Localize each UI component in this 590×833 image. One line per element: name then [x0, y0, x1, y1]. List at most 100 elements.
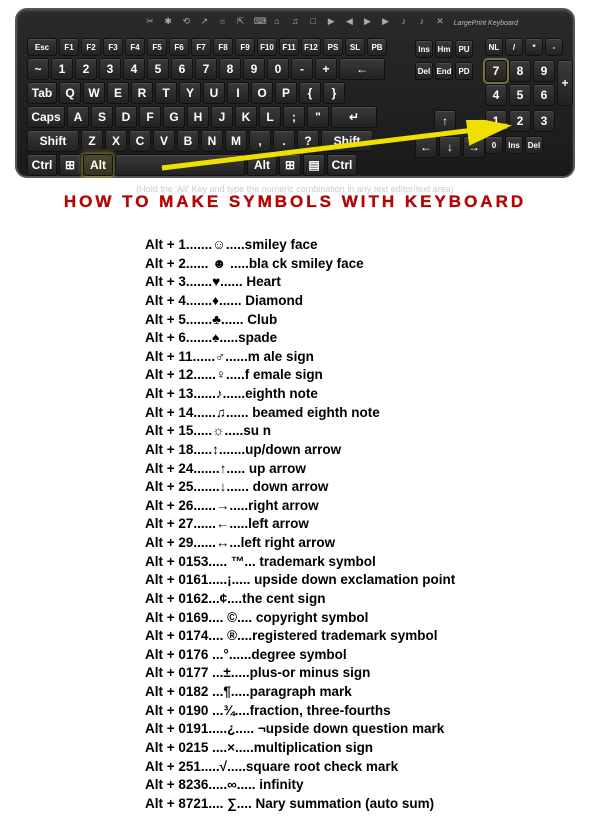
key-⊞[interactable]: ⊞ [59, 154, 81, 176]
key-6[interactable]: 6 [171, 58, 193, 80]
key-7[interactable]: 7 [195, 58, 217, 80]
key-pb[interactable]: PB [367, 38, 387, 56]
key-f6[interactable]: F6 [169, 38, 189, 56]
key-f12[interactable]: F12 [301, 38, 321, 56]
key-z[interactable]: Z [81, 130, 103, 152]
key-9[interactable]: 9 [243, 58, 265, 80]
key-ps[interactable]: PS [323, 38, 343, 56]
key-pu[interactable]: PU [455, 40, 473, 58]
key-s[interactable]: S [91, 106, 113, 128]
key-f10[interactable]: F10 [257, 38, 277, 56]
key-c[interactable]: C [129, 130, 151, 152]
key-sl[interactable]: SL [345, 38, 365, 56]
key-"[interactable]: " [307, 106, 329, 128]
key-i[interactable]: I [227, 82, 249, 104]
key-↵[interactable]: ↵ [331, 106, 377, 128]
key-5[interactable]: 5 [509, 84, 531, 106]
key-[interactable] [115, 154, 245, 176]
key-q[interactable]: Q [59, 82, 81, 104]
key-numpad-plus[interactable]: + [557, 60, 573, 106]
key-a[interactable]: A [67, 106, 89, 128]
key-}[interactable]: } [323, 82, 345, 104]
key-2[interactable]: 2 [75, 58, 97, 80]
key-2[interactable]: 2 [509, 110, 531, 132]
key-right[interactable]: → [463, 136, 485, 158]
key-f11[interactable]: F11 [279, 38, 299, 56]
key-k[interactable]: K [235, 106, 257, 128]
key-n[interactable]: N [201, 130, 223, 152]
key-ins[interactable]: Ins [415, 40, 433, 58]
key-del[interactable]: Del [415, 62, 433, 80]
key-r[interactable]: R [131, 82, 153, 104]
key-hm[interactable]: Hm [435, 40, 453, 58]
key-4[interactable]: 4 [123, 58, 145, 80]
key-*[interactable]: * [525, 38, 543, 56]
key-ins[interactable]: Ins [505, 136, 523, 154]
key-f[interactable]: F [139, 106, 161, 128]
key-x[interactable]: X [105, 130, 127, 152]
key-⊞[interactable]: ⊞ [279, 154, 301, 176]
key-alt[interactable]: Alt [83, 154, 113, 176]
key-f5[interactable]: F5 [147, 38, 167, 56]
key-m[interactable]: M [225, 130, 247, 152]
key-b[interactable]: B [177, 130, 199, 152]
key-shift[interactable]: Shift [321, 130, 373, 152]
key-v[interactable]: V [153, 130, 175, 152]
key-0[interactable]: 0 [485, 136, 503, 154]
key-f4[interactable]: F4 [125, 38, 145, 56]
key-g[interactable]: G [163, 106, 185, 128]
key-/[interactable]: / [505, 38, 523, 56]
key-up[interactable]: ↑ [434, 110, 456, 132]
key-4[interactable]: 4 [485, 84, 507, 106]
key-del[interactable]: Del [525, 136, 543, 154]
key-8[interactable]: 8 [219, 58, 241, 80]
key-~[interactable]: ~ [27, 58, 49, 80]
key-left[interactable]: ← [415, 136, 437, 158]
key-3[interactable]: 3 [533, 110, 555, 132]
key-l[interactable]: L [259, 106, 281, 128]
key-{[interactable]: { [299, 82, 321, 104]
key-3[interactable]: 3 [99, 58, 121, 80]
key-y[interactable]: Y [179, 82, 201, 104]
key-?[interactable]: ? [297, 130, 319, 152]
key-.[interactable]: . [273, 130, 295, 152]
key-f1[interactable]: F1 [59, 38, 79, 56]
key-alt[interactable]: Alt [247, 154, 277, 176]
key-1[interactable]: 1 [51, 58, 73, 80]
key-f8[interactable]: F8 [213, 38, 233, 56]
key-0[interactable]: 0 [267, 58, 289, 80]
key-shift[interactable]: Shift [27, 130, 79, 152]
key-f3[interactable]: F3 [103, 38, 123, 56]
key-p[interactable]: P [275, 82, 297, 104]
key-;[interactable]: ; [283, 106, 305, 128]
key-7[interactable]: 7 [485, 60, 507, 82]
key-ctrl[interactable]: Ctrl [27, 154, 57, 176]
key-5[interactable]: 5 [147, 58, 169, 80]
key-pd[interactable]: PD [455, 62, 473, 80]
key-d[interactable]: D [115, 106, 137, 128]
key-h[interactable]: H [187, 106, 209, 128]
key-j[interactable]: J [211, 106, 233, 128]
key-w[interactable]: W [83, 82, 105, 104]
key-9[interactable]: 9 [533, 60, 555, 82]
key-f9[interactable]: F9 [235, 38, 255, 56]
key-ctrl[interactable]: Ctrl [327, 154, 357, 176]
key-6[interactable]: 6 [533, 84, 555, 106]
key-1[interactable]: 1 [485, 110, 507, 132]
key-down[interactable]: ↓ [439, 136, 461, 158]
key-,[interactable]: , [249, 130, 271, 152]
key-←[interactable]: ← [339, 58, 385, 80]
key-tab[interactable]: Tab [27, 82, 57, 104]
key-nl[interactable]: NL [485, 38, 503, 56]
key-esc[interactable]: Esc [27, 38, 57, 56]
key-t[interactable]: T [155, 82, 177, 104]
key-▤[interactable]: ▤ [303, 154, 325, 176]
key-o[interactable]: O [251, 82, 273, 104]
key--[interactable]: - [291, 58, 313, 80]
key--[interactable]: - [545, 38, 563, 56]
key-f7[interactable]: F7 [191, 38, 211, 56]
key-caps[interactable]: Caps [27, 106, 65, 128]
key-end[interactable]: End [435, 62, 453, 80]
key-f2[interactable]: F2 [81, 38, 101, 56]
key-+[interactable]: + [315, 58, 337, 80]
